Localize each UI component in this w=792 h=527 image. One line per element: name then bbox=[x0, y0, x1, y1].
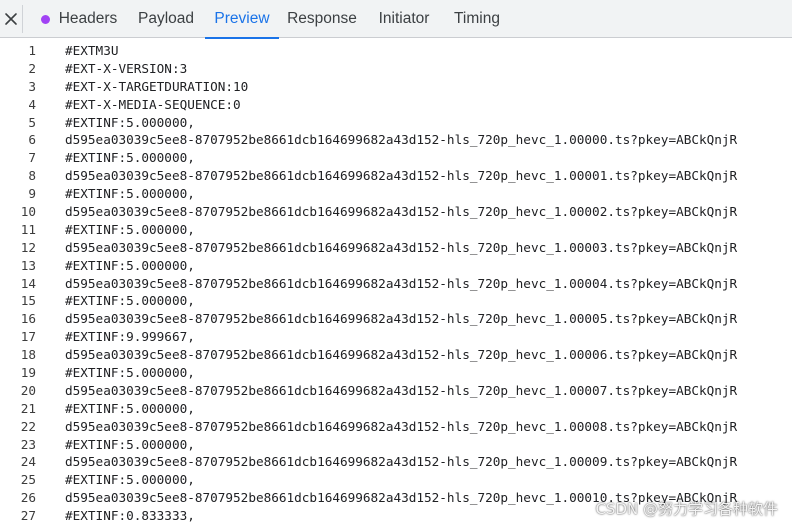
line-text: #EXTINF:5.000000, bbox=[65, 114, 195, 130]
code-line: 4 #EXT-X-MEDIA-SEQUENCE:0 bbox=[0, 96, 792, 114]
line-number: 27 bbox=[20, 508, 36, 524]
line-number: 10 bbox=[20, 204, 36, 220]
line-text: #EXTM3U bbox=[65, 43, 119, 58]
code-line: 23 #EXTINF:5.000000, bbox=[0, 436, 792, 454]
line-text: #EXTINF:5.000000, bbox=[65, 436, 195, 452]
line-text: d595ea03039c5ee8-8707952be8661dcb1646996… bbox=[65, 275, 738, 291]
line-text: #EXT-X-VERSION:3 bbox=[65, 60, 188, 76]
line-number: 13 bbox=[20, 257, 36, 273]
code-line: 12 d595ea03039c5ee8-8707952be8661dcb16469… bbox=[0, 239, 792, 257]
tab-initiator-label: Initiator bbox=[378, 10, 430, 27]
line-text: d595ea03039c5ee8-8707952be8661dcb1646996… bbox=[65, 382, 738, 398]
line-text: #EXTINF:5.000000, bbox=[65, 472, 195, 488]
code-line: 21 #EXTINF:5.000000, bbox=[0, 400, 792, 418]
line-number: 26 bbox=[20, 490, 36, 506]
line-number: 25 bbox=[20, 472, 36, 488]
watermark: CSDN @努力学习各种软件 bbox=[595, 500, 778, 518]
line-number: 24 bbox=[20, 454, 36, 470]
tab-timing[interactable]: Timing bbox=[449, 0, 505, 38]
line-text: #EXTINF:5.000000, bbox=[65, 221, 195, 237]
line-text: d595ea03039c5ee8-8707952be8661dcb1646996… bbox=[65, 347, 738, 363]
line-text: #EXTINF:5.000000, bbox=[65, 400, 195, 416]
line-number: 4 bbox=[28, 96, 36, 112]
code-line: 10 d595ea03039c5ee8-8707952be8661dcb16469… bbox=[0, 203, 792, 221]
line-text: #EXT-X-MEDIA-SEQUENCE:0 bbox=[65, 96, 241, 112]
line-number: 1 bbox=[28, 43, 36, 58]
line-number: 6 bbox=[28, 132, 36, 148]
line-number: 14 bbox=[20, 275, 36, 291]
code-line: 14 d595ea03039c5ee8-8707952be8661dcb16469… bbox=[0, 275, 792, 293]
code-line: 19 #EXTINF:5.000000, bbox=[0, 364, 792, 382]
tab-headers[interactable]: Headers bbox=[34, 0, 124, 38]
code-line: 16 d595ea03039c5ee8-8707952be8661dcb16469… bbox=[0, 310, 792, 328]
code-line: 24 d595ea03039c5ee8-8707952be8661dcb16469… bbox=[0, 453, 792, 471]
line-number: 15 bbox=[20, 293, 36, 309]
code-line: 15 #EXTINF:5.000000, bbox=[0, 292, 792, 310]
code-line: 22 d595ea03039c5ee8-8707952be8661dcb16469… bbox=[0, 418, 792, 436]
line-number: 2 bbox=[28, 60, 36, 76]
code-line: 1 #EXTM3U bbox=[0, 42, 792, 60]
line-text: #EXTINF:5.000000, bbox=[65, 293, 195, 309]
line-text: #EXTINF:5.000000, bbox=[65, 365, 195, 381]
line-number: 9 bbox=[28, 186, 36, 202]
tab-preview-label: Preview bbox=[214, 10, 270, 27]
status-dot-icon bbox=[40, 14, 50, 24]
code-line: 18 d595ea03039c5ee8-8707952be8661dcb16469… bbox=[0, 346, 792, 364]
line-number: 11 bbox=[20, 221, 36, 237]
code-line: 8 d595ea03039c5ee8-8707952be8661dcb164699… bbox=[0, 167, 792, 185]
line-text: d595ea03039c5ee8-8707952be8661dcb1646996… bbox=[65, 132, 738, 148]
line-number: 3 bbox=[28, 78, 36, 94]
line-text: d595ea03039c5ee8-8707952be8661dcb1646996… bbox=[65, 311, 738, 327]
line-text: #EXTINF:5.000000, bbox=[65, 257, 195, 273]
tab-headers-label: Headers bbox=[58, 10, 118, 27]
line-number: 8 bbox=[28, 168, 36, 184]
tab-response[interactable]: Response bbox=[283, 0, 361, 38]
code-line: 25 #EXTINF:5.000000, bbox=[0, 471, 792, 489]
code-line: 9 #EXTINF:5.000000, bbox=[0, 185, 792, 203]
code-line: 20 d595ea03039c5ee8-8707952be8661dcb16469… bbox=[0, 382, 792, 400]
line-number: 23 bbox=[20, 436, 36, 452]
line-number: 21 bbox=[20, 400, 36, 416]
code-line: 17 #EXTINF:9.999667, bbox=[0, 328, 792, 346]
line-number: 18 bbox=[20, 347, 36, 363]
line-text: #EXTINF:9.999667, bbox=[65, 329, 195, 345]
line-text: d595ea03039c5ee8-8707952be8661dcb1646996… bbox=[65, 239, 738, 255]
code-line: 7 #EXTINF:5.000000, bbox=[0, 149, 792, 167]
code-line: 11 #EXTINF:5.000000, bbox=[0, 221, 792, 239]
line-text: d595ea03039c5ee8-8707952be8661dcb1646996… bbox=[65, 418, 738, 434]
tab-payload[interactable]: Payload bbox=[130, 0, 202, 38]
line-number: 22 bbox=[20, 418, 36, 434]
close-panel-button[interactable] bbox=[0, 0, 22, 38]
tab-response-label: Response bbox=[287, 10, 357, 27]
line-number: 16 bbox=[20, 311, 36, 327]
line-number: 12 bbox=[20, 239, 36, 255]
line-number: 20 bbox=[20, 382, 36, 398]
code-line: 2 #EXT-X-VERSION:3 bbox=[0, 60, 792, 78]
code-line: 3 #EXT-X-TARGETDURATION:10 bbox=[0, 78, 792, 96]
line-text: #EXTINF:5.000000, bbox=[65, 186, 195, 202]
line-text: d595ea03039c5ee8-8707952be8661dcb1646996… bbox=[65, 454, 738, 470]
line-number: 7 bbox=[28, 150, 36, 166]
tab-preview[interactable]: Preview bbox=[205, 0, 279, 39]
preview-code-view[interactable]: 1 #EXTM3U 2 #EXT-X-VERSION:3 3 #EXT-X-TARGETD… bbox=[0, 42, 792, 527]
code-line: 13 #EXTINF:5.000000, bbox=[0, 257, 792, 275]
tab-initiator[interactable]: Initiator bbox=[371, 0, 437, 38]
tab-payload-label: Payload bbox=[137, 10, 194, 27]
line-number: 19 bbox=[20, 365, 36, 381]
line-text: #EXT-X-TARGETDURATION:10 bbox=[65, 78, 249, 94]
panel-tab-bar: Headers Payload Preview Response Initiat… bbox=[0, 0, 792, 39]
line-text: d595ea03039c5ee8-8707952be8661dcb1646996… bbox=[65, 168, 738, 184]
tab-timing-label: Timing bbox=[454, 10, 500, 27]
code-line: 6 d595ea03039c5ee8-8707952be8661dcb164699… bbox=[0, 131, 792, 149]
code-line: 5 #EXTINF:5.000000, bbox=[0, 114, 792, 132]
line-text: #EXTINF:5.000000, bbox=[65, 150, 195, 166]
line-number: 5 bbox=[28, 114, 36, 130]
tab-divider bbox=[22, 5, 23, 33]
close-icon bbox=[5, 13, 17, 25]
line-number: 17 bbox=[20, 329, 36, 345]
line-text: #EXTINF:0.833333, bbox=[65, 508, 195, 524]
line-text: d595ea03039c5ee8-8707952be8661dcb1646996… bbox=[65, 204, 738, 220]
